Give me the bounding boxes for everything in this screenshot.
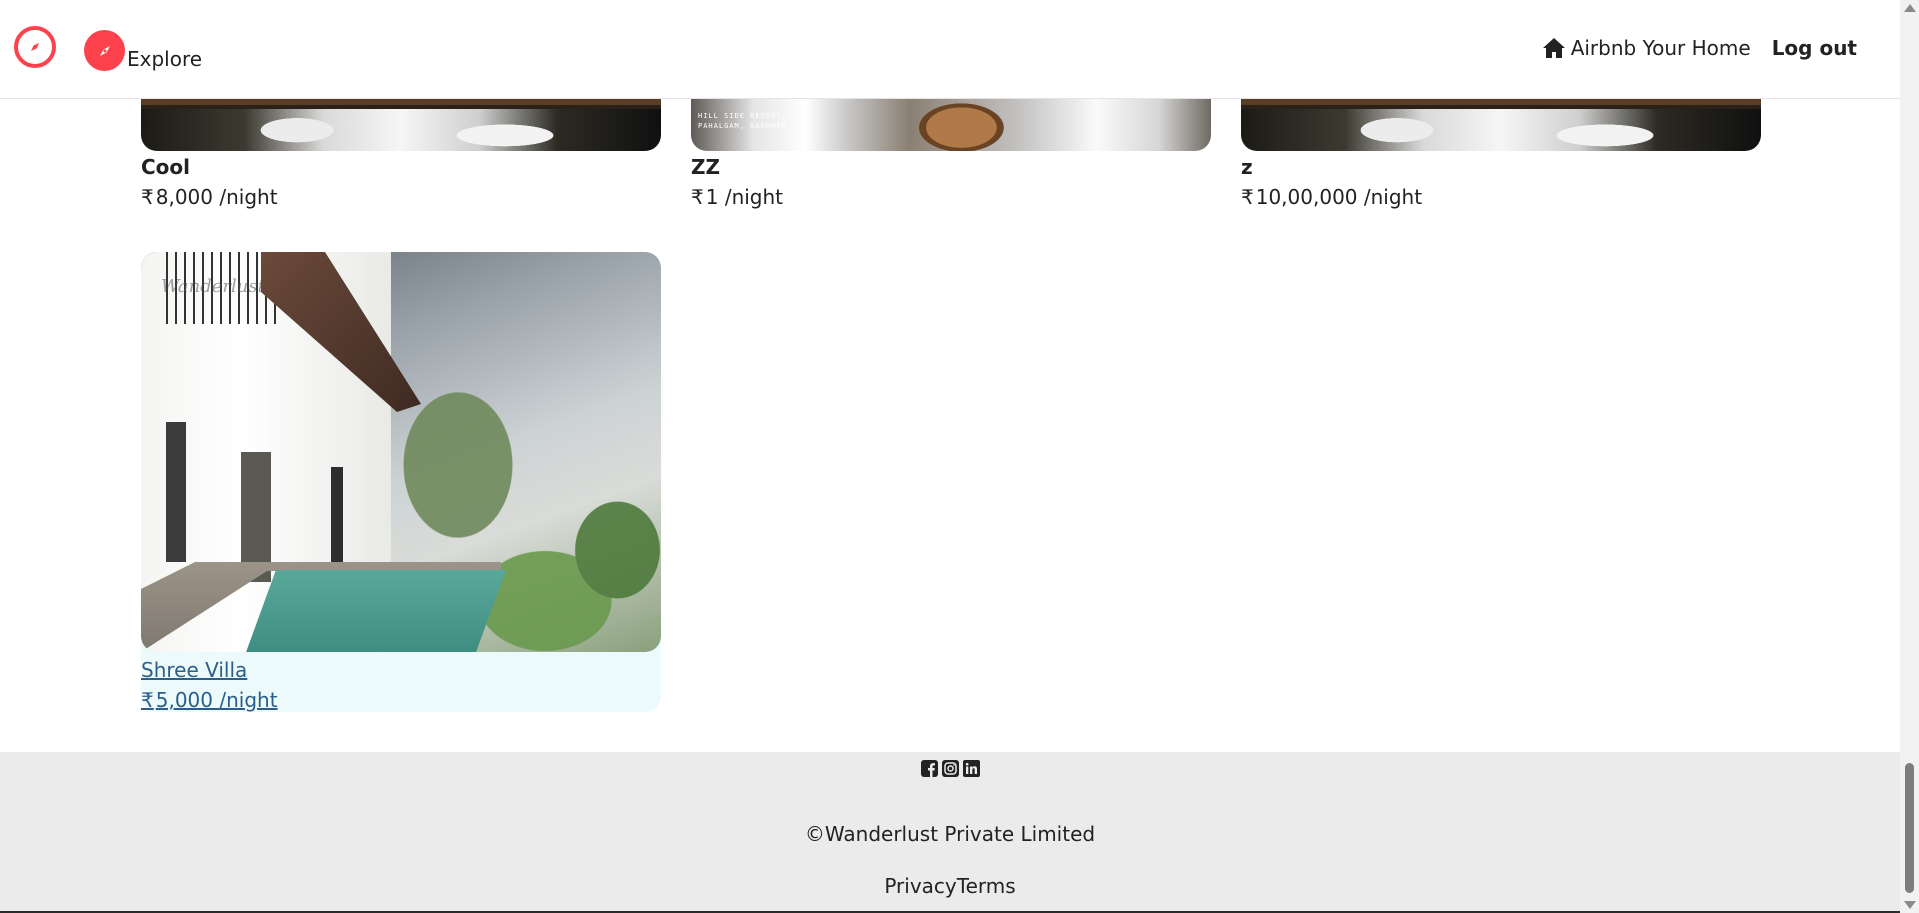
logout-link[interactable]: Log out xyxy=(1772,36,1857,60)
listing-price: ₹1 /night xyxy=(691,185,1211,209)
compass-icon xyxy=(31,43,39,51)
listing-price-link[interactable]: ₹5,000 /night xyxy=(141,688,278,712)
listing-title: ZZ xyxy=(691,155,721,179)
scroll-down-arrow-icon[interactable] xyxy=(1904,901,1916,909)
copyright-text: ©Wanderlust Private Limited xyxy=(804,822,1096,846)
listing-price: ₹5,000 /night xyxy=(141,688,661,712)
listing-price: ₹8,000 /night xyxy=(141,185,661,209)
instagram-icon[interactable] xyxy=(941,759,960,778)
explore-label: Explore xyxy=(127,47,203,71)
currency-symbol: ₹ xyxy=(691,185,704,209)
image-caption: HILL SIDE RESORT, PAHALGAM, KASHMIR xyxy=(698,112,787,130)
price-value: 10,00,000 xyxy=(1255,185,1358,209)
vertical-scrollbar[interactable] xyxy=(1900,0,1919,913)
price-value: 8,000 xyxy=(155,185,213,209)
footer: ©Wanderlust Private Limited PrivacyTerms xyxy=(0,752,1900,913)
price-per: /night xyxy=(724,185,784,209)
image-watermark: Wanderlust xyxy=(161,276,265,297)
listing-image: Wanderlust xyxy=(141,252,661,652)
price-value: 1 xyxy=(705,185,719,209)
home-icon xyxy=(1542,38,1565,58)
listing-card[interactable]: Cool ₹8,000 /night xyxy=(141,99,661,209)
airbnb-your-home-link[interactable]: Airbnb Your Home xyxy=(1542,36,1751,60)
currency-symbol: ₹ xyxy=(141,688,154,712)
listing-title: Cool xyxy=(141,155,191,179)
listing-title[interactable]: Shree Villa xyxy=(141,658,661,682)
listing-image xyxy=(141,99,661,151)
price-per: /night xyxy=(1363,185,1423,209)
social-links xyxy=(920,759,981,778)
facebook-icon[interactable] xyxy=(920,759,939,778)
listing-title-link[interactable]: Shree Villa xyxy=(141,658,247,682)
listing-card[interactable]: HILL SIDE RESORT, PAHALGAM, KASHMIR ZZ ₹1… xyxy=(691,99,1211,209)
price-per: /night xyxy=(219,185,278,209)
privacy-link[interactable]: Privacy xyxy=(884,874,956,898)
listing-price: ₹10,00,000 /night xyxy=(1241,185,1761,209)
explore-link[interactable]: Explore xyxy=(84,29,202,71)
compass-icon xyxy=(84,30,125,71)
nav-right: Airbnb Your Home Log out xyxy=(1542,36,1857,60)
host-label: Airbnb Your Home xyxy=(1570,36,1751,60)
listing-card-hovered[interactable]: Wanderlust Shree Villa ₹5,000 /night xyxy=(141,252,661,712)
currency-symbol: ₹ xyxy=(141,185,154,209)
price-per: /night xyxy=(219,688,278,712)
linkedin-icon[interactable] xyxy=(962,759,981,778)
listing-image xyxy=(1241,99,1761,151)
brand-compass-icon[interactable] xyxy=(14,26,56,68)
currency-symbol: ₹ xyxy=(1241,185,1254,209)
scroll-thumb[interactable] xyxy=(1905,763,1914,893)
listing-card[interactable]: z ₹10,00,000 /night xyxy=(1241,99,1761,209)
navbar: Explore Airbnb Your Home Log out xyxy=(0,0,1900,99)
terms-link[interactable]: Terms xyxy=(957,874,1016,898)
scroll-up-arrow-icon[interactable] xyxy=(1904,4,1916,12)
footer-links: PrivacyTerms xyxy=(0,874,1900,898)
price-value: 5,000 xyxy=(155,688,213,712)
listing-image: HILL SIDE RESORT, PAHALGAM, KASHMIR xyxy=(691,99,1211,151)
listing-title: z xyxy=(1241,155,1253,179)
